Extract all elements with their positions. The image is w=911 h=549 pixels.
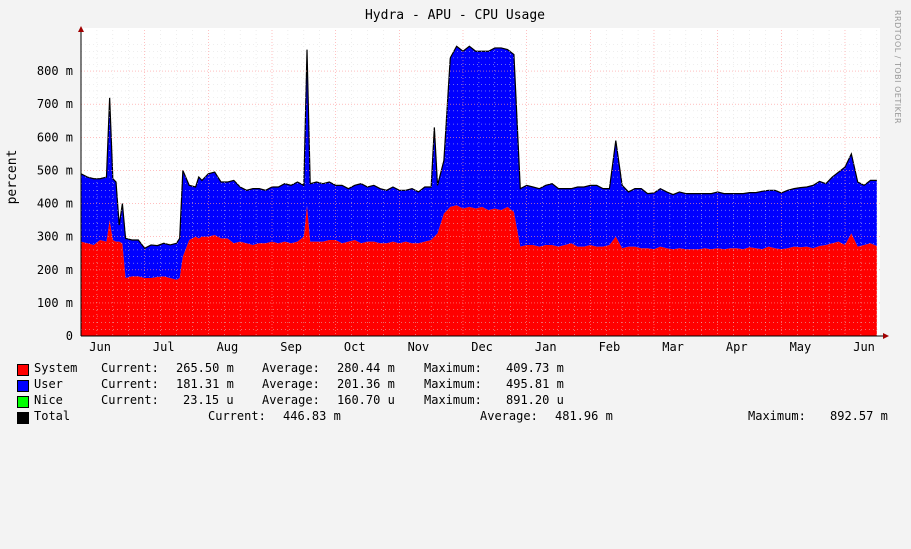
y-tick-label: 600 m bbox=[37, 130, 73, 144]
x-tick-label: Oct bbox=[344, 340, 366, 354]
y-tick-label: 400 m bbox=[37, 197, 73, 211]
legend-current-label-nice: Current: bbox=[101, 393, 159, 407]
legend-average-label-system: Average: bbox=[262, 361, 320, 375]
legend-current-user: 181.31 m bbox=[176, 377, 234, 391]
legend-average-system: 280.44 m bbox=[337, 361, 395, 375]
x-tick-label: Jun bbox=[89, 340, 111, 354]
x-axis-arrow bbox=[883, 333, 889, 339]
y-tick-label: 500 m bbox=[37, 163, 73, 177]
legend-current-label-system: Current: bbox=[101, 361, 159, 375]
x-tick-label: Mar bbox=[662, 340, 684, 354]
legend-maximum-total: 892.57 m bbox=[830, 409, 888, 423]
x-tick-label: May bbox=[790, 340, 812, 354]
y-tick-label: 300 m bbox=[37, 230, 73, 244]
cpu-usage-chart: 0 100 m 200 m 300 m 400 m 500 m 600 m 700 m 800 … bbox=[5, 8, 889, 354]
y-tick-label: 800 m bbox=[37, 64, 73, 78]
legend-maximum-nice: 891.20 u bbox=[506, 393, 564, 407]
legend-average-label-nice: Average: bbox=[262, 393, 320, 407]
legend-current-total: 446.83 m bbox=[283, 409, 341, 423]
legend-row-total: Total Current: 446.83 m Average: 481.96 … bbox=[0, 409, 911, 425]
legend-average-nice: 160.70 u bbox=[337, 393, 395, 407]
y-tick-label: 0 bbox=[66, 329, 73, 343]
y-tick-label: 200 m bbox=[37, 263, 73, 277]
legend-current-nice: 23.15 u bbox=[183, 393, 234, 407]
x-tick-label: Aug bbox=[217, 340, 239, 354]
x-tick-label: Feb bbox=[599, 340, 621, 354]
legend-maximum-label-total: Maximum: bbox=[748, 409, 806, 423]
legend-swatch-user bbox=[17, 380, 29, 392]
x-tick-label: Dec bbox=[471, 340, 493, 354]
x-tick-label: Apr bbox=[726, 340, 748, 354]
x-tick-label: Jan bbox=[535, 340, 557, 354]
legend-swatch-system bbox=[17, 364, 29, 376]
x-tick-label: Jul bbox=[153, 340, 175, 354]
legend-current-system: 265.50 m bbox=[176, 361, 234, 375]
legend-swatch-total bbox=[17, 412, 29, 424]
legend-average-label-user: Average: bbox=[262, 377, 320, 391]
legend-row-system: System Current: 265.50 m Average: 280.44… bbox=[0, 361, 911, 377]
legend-row-user: User Current: 181.31 m Average: 201.36 m… bbox=[0, 377, 911, 393]
legend-current-label-total: Current: bbox=[208, 409, 266, 423]
x-tick-label: Nov bbox=[408, 340, 430, 354]
x-tick-label: Jun bbox=[853, 340, 875, 354]
legend-name-system: System bbox=[34, 361, 78, 375]
legend-name-nice: Nice bbox=[34, 393, 63, 407]
y-tick-label: 100 m bbox=[37, 296, 73, 310]
legend-maximum-label-user: Maximum: bbox=[424, 377, 482, 391]
legend-maximum-system: 409.73 m bbox=[506, 361, 564, 375]
legend-name-user: User bbox=[34, 377, 63, 391]
y-tick-label: 700 m bbox=[37, 97, 73, 111]
legend-row-nice: Nice Current: 23.15 u Average: 160.70 u … bbox=[0, 393, 911, 409]
rrdtool-watermark: RRDTOOL / TOBI OETIKER bbox=[893, 10, 902, 125]
legend-swatch-nice bbox=[17, 396, 29, 408]
legend-average-label-total: Average: bbox=[480, 409, 538, 423]
legend-average-total: 481.96 m bbox=[555, 409, 613, 423]
legend-average-user: 201.36 m bbox=[337, 377, 395, 391]
chart-title: Hydra - APU - CPU Usage bbox=[365, 8, 545, 23]
legend-maximum-label-nice: Maximum: bbox=[424, 393, 482, 407]
legend-current-label-user: Current: bbox=[101, 377, 159, 391]
x-tick-label: Sep bbox=[280, 340, 302, 354]
y-axis-label: percent bbox=[5, 150, 20, 205]
graph-frame: 0 100 m 200 m 300 m 400 m 500 m 600 m 700 m 800 … bbox=[0, 0, 911, 432]
legend-maximum-label-system: Maximum: bbox=[424, 361, 482, 375]
legend-name-total: Total bbox=[34, 409, 71, 423]
legend-maximum-user: 495.81 m bbox=[506, 377, 564, 391]
